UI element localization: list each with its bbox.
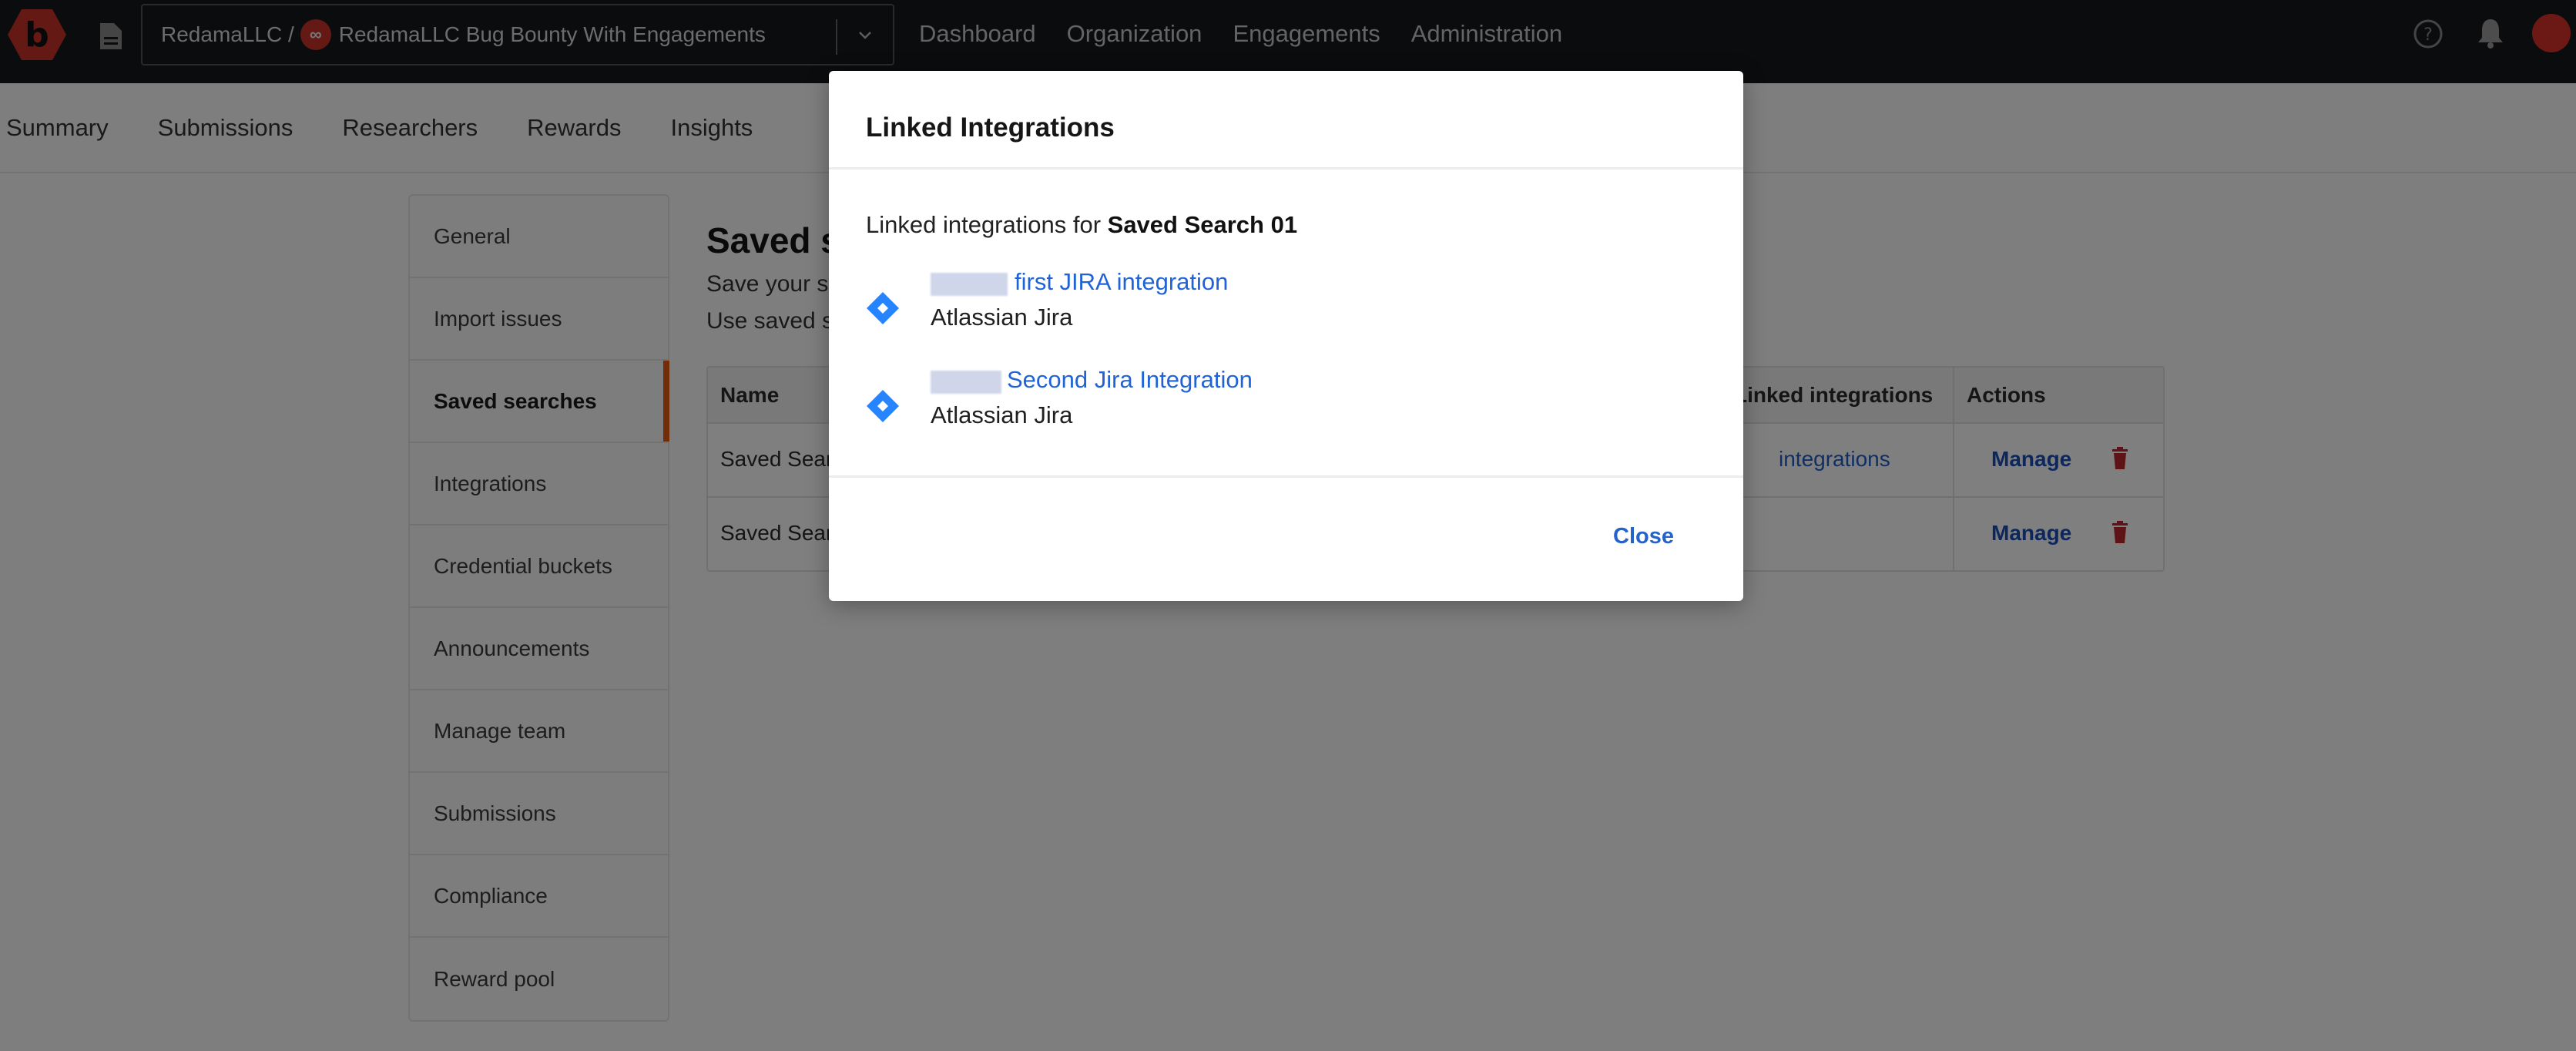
modal-title: Linked Integrations <box>866 112 1115 143</box>
jira-icon <box>867 390 899 422</box>
jira-icon <box>867 292 899 324</box>
integration-type: Atlassian Jira <box>931 401 1073 428</box>
redacted-text <box>931 371 1001 394</box>
modal-subtitle-target: Saved Search 01 <box>1107 211 1298 238</box>
integration-link[interactable]: first JIRA integration <box>1015 268 1228 296</box>
modal-footer: Close <box>829 475 1743 601</box>
integration-type: Atlassian Jira <box>931 304 1073 331</box>
integration-item: first JIRA integration Atlassian Jira <box>866 268 1636 350</box>
integration-link[interactable]: Second Jira Integration <box>1007 366 1253 394</box>
modal-subtitle-prefix: Linked integrations for <box>866 211 1108 238</box>
linked-integrations-modal: Linked Integrations Linked integrations … <box>829 71 1743 601</box>
close-button[interactable]: Close <box>1613 524 1674 549</box>
modal-header: Linked Integrations <box>829 71 1743 170</box>
modal-subtitle: Linked integrations for Saved Search 01 <box>866 211 1297 239</box>
integration-item: Second Jira Integration Atlassian Jira <box>866 366 1636 448</box>
redacted-text <box>931 273 1008 296</box>
